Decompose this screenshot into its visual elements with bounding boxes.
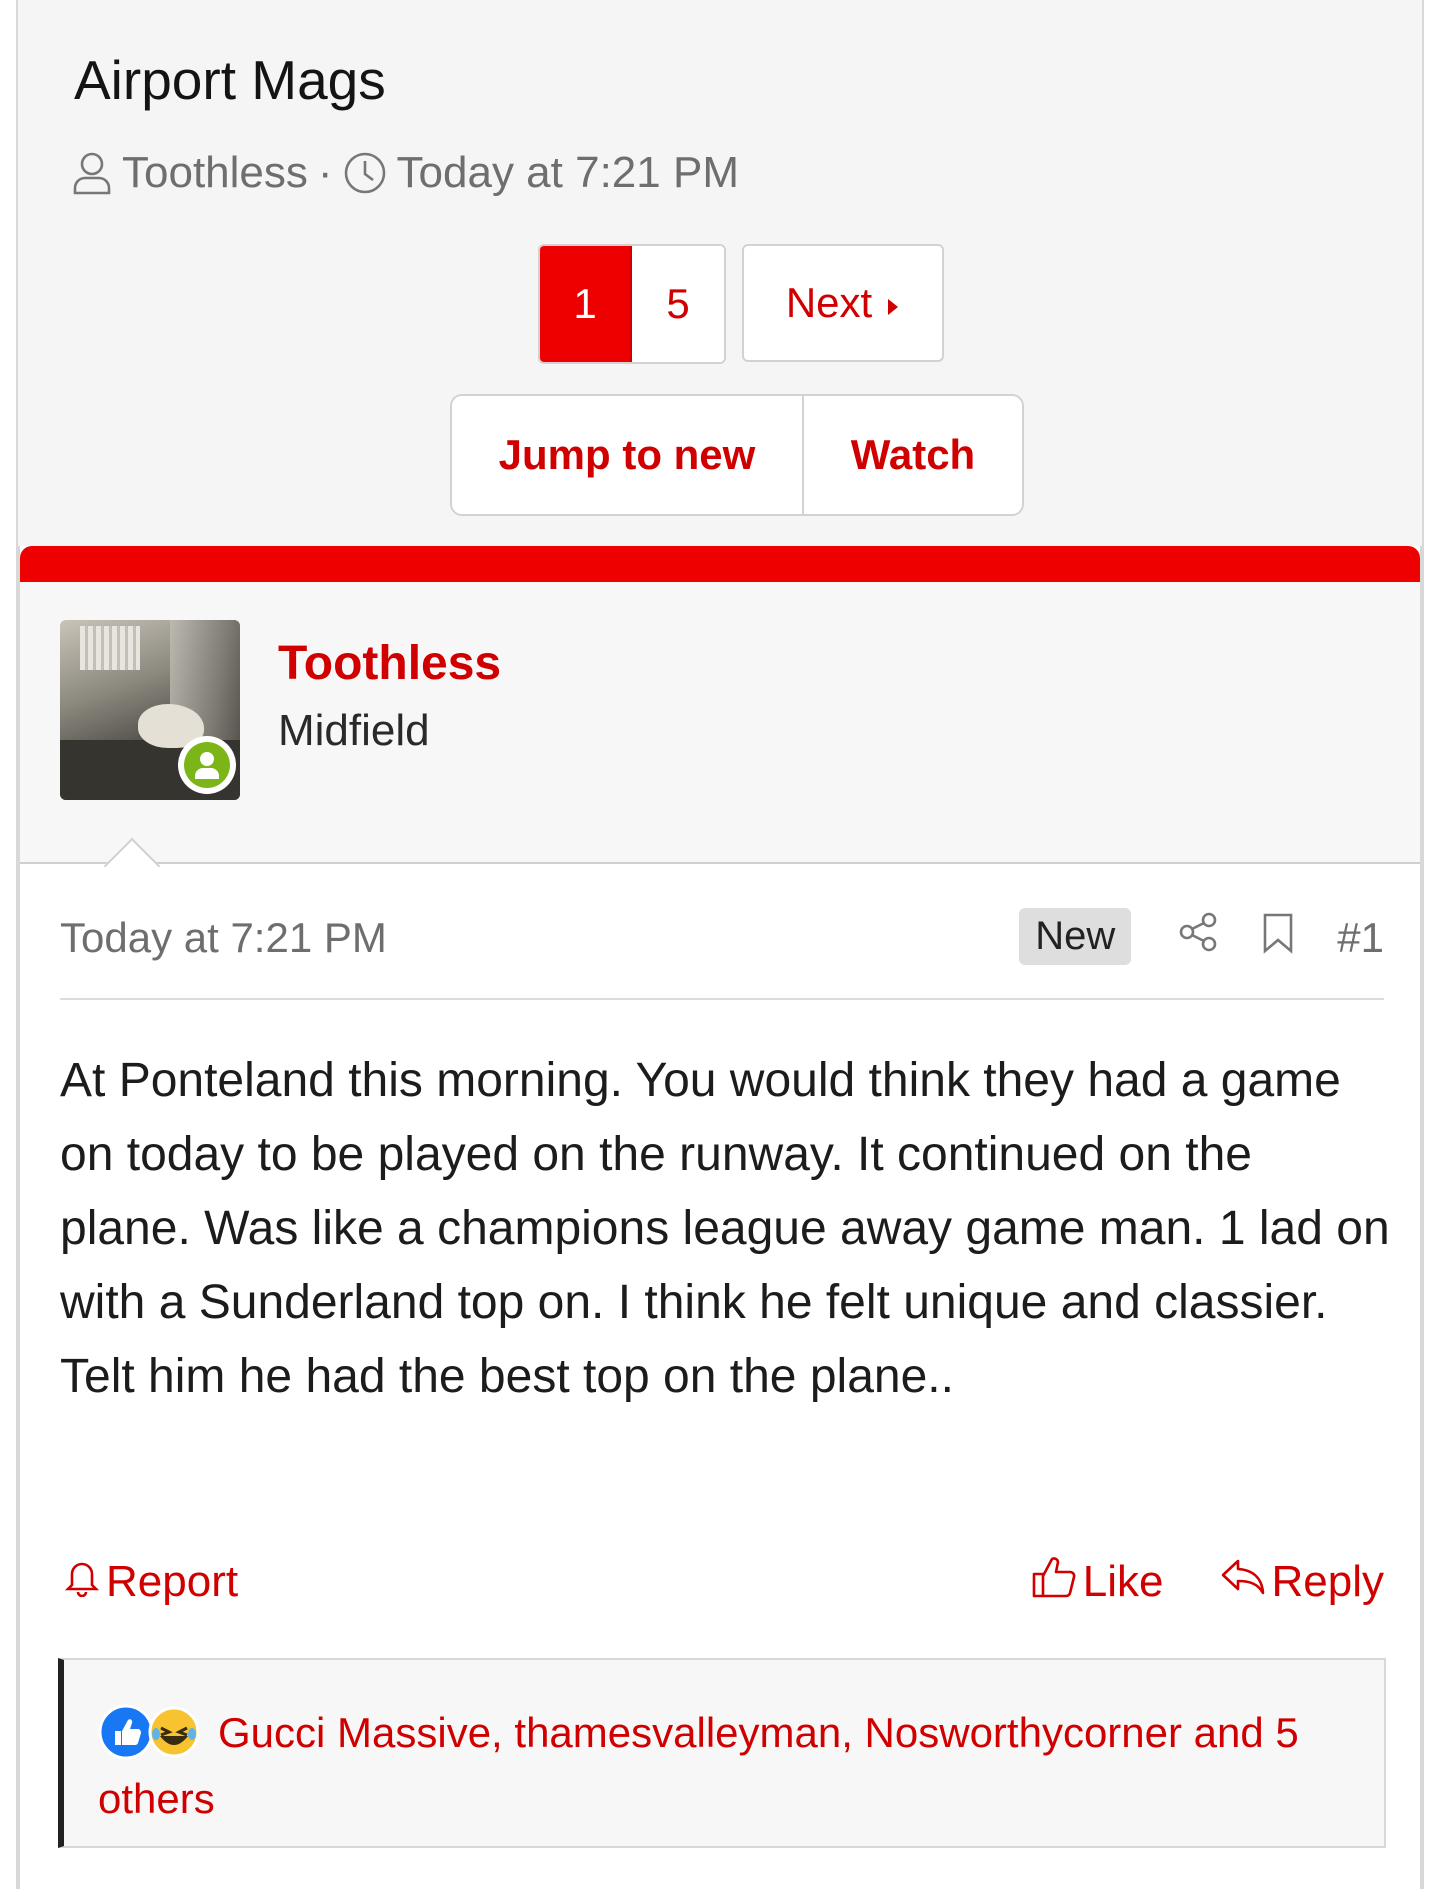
reply-icon [1220,1557,1266,1608]
post-user-block: Toothless Midfield [20,582,1420,895]
report-label: Report [106,1557,239,1606]
page-numbers: 1 5 [538,244,726,364]
reply-button[interactable]: Reply [1220,1557,1385,1608]
page-1-button[interactable]: 1 [540,246,632,362]
post-user-title: Midfield [278,706,430,755]
watch-button[interactable]: Watch [804,396,1022,514]
page-5-button[interactable]: 5 [632,246,724,362]
reactions-bar: Gucci Massive, thamesvalleyman, Nosworth… [58,1658,1386,1848]
report-button[interactable]: Report [64,1557,238,1608]
post-number[interactable]: #1 [1337,914,1384,962]
post-date[interactable]: Today at 7:21 PM [60,914,1019,962]
post: Toothless Midfield Today at 7:21 PM New … [18,546,1422,1889]
next-label: Next [785,279,873,326]
next-page-button[interactable]: Next [742,244,944,362]
post-username[interactable]: Toothless [278,636,501,691]
reply-label: Reply [1271,1557,1385,1606]
like-label: Like [1082,1557,1164,1606]
like-button[interactable]: Like [1031,1554,1164,1611]
thumbs-up-icon [1031,1554,1077,1611]
thread-meta: Toothless · Today at 7:21 PM [72,148,739,198]
post-body: At Ponteland this morning. You would thi… [60,1054,1390,1403]
thread-author[interactable]: Toothless [122,148,308,198]
online-user-icon [178,736,236,794]
post-header: Today at 7:21 PM New #1 [60,902,1384,1000]
meta-separator: · [317,148,333,197]
post-footer: Report Like Reply [64,1542,1384,1622]
pagination: 1 5 Next [538,244,944,364]
new-badge: New [1019,908,1132,965]
thread-date[interactable]: Today at 7:21 PM [397,148,739,198]
post-accent-bar [20,546,1420,582]
user-block-pointer [103,837,161,895]
clock-icon [343,151,387,195]
caret-right-icon [886,279,900,327]
bell-icon [64,1557,100,1608]
reactions-list[interactable]: Gucci Massive, thamesvalleyman, Nosworth… [98,1700,1368,1832]
thread-actions: Jump to new Watch [450,394,1024,516]
share-icon[interactable] [1179,912,1219,957]
thread-title: Airport Mags [74,49,386,111]
user-icon [72,151,112,195]
bookmark-icon[interactable] [1261,912,1295,959]
jump-to-new-button[interactable]: Jump to new [452,396,804,514]
